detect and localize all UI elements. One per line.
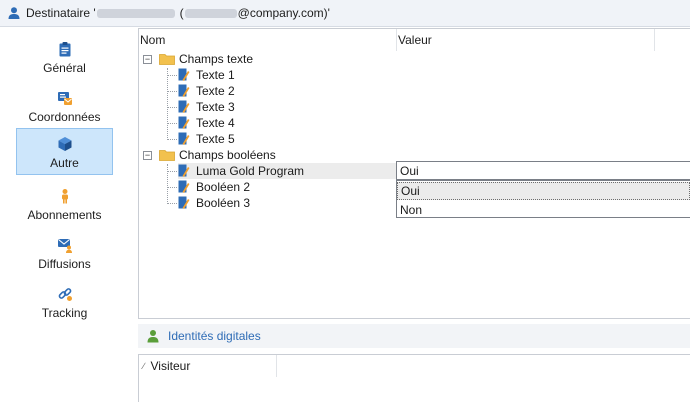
tree-connector [167, 107, 177, 108]
redacted-email [184, 8, 237, 18]
folder-icon [159, 150, 175, 161]
tree-item[interactable]: Texte 3 [178, 99, 235, 115]
sidebar-item-abonnements[interactable]: Abonnements [16, 181, 113, 228]
sidebar-item-tracking[interactable]: Tracking [16, 279, 113, 326]
value-combobox[interactable]: Oui [396, 161, 690, 180]
edit-field-icon [178, 68, 190, 81]
collapse-toggle[interactable]: − [143, 55, 152, 64]
section-identites-digitales[interactable]: Identités digitales [138, 324, 690, 348]
value-dropdown-list: Oui Non [396, 180, 690, 218]
mail-person-icon [57, 239, 72, 253]
edit-field-icon [178, 116, 190, 129]
tree-item[interactable]: Booléen 3 [178, 195, 250, 211]
tree-connector [167, 164, 168, 204]
sidebar-item-label: Autre [50, 156, 79, 170]
tree-item-label: Booléen 3 [196, 196, 251, 210]
window-titlebar: Destinataire ' ( @company.com)' [0, 0, 690, 27]
sidebar-item-autre[interactable]: Autre [16, 128, 113, 175]
tree-connector [167, 75, 177, 76]
titlebar-prefix: Destinataire ' [26, 6, 96, 20]
sidebar-item-label: Tracking [41, 306, 88, 320]
column-header-label: Visiteur [150, 359, 191, 373]
value-combobox-text: Oui [400, 163, 419, 178]
titlebar-email-suffix: @company.com)' [237, 6, 330, 20]
tree-connector [167, 139, 177, 140]
sidebar-item-label: Abonnements [27, 208, 102, 222]
tree-item[interactable]: Texte 2 [178, 83, 235, 99]
tree-connector [167, 203, 177, 204]
tree-item-label: Texte 3 [196, 100, 235, 114]
dropdown-option-non[interactable]: Non [397, 201, 690, 219]
sidebar-item-coordonnees[interactable]: Coordonnées [16, 83, 113, 130]
tree-connector [167, 171, 177, 172]
edit-field-icon [178, 164, 190, 177]
edit-field-icon [178, 132, 190, 145]
tree-item-label: Texte 1 [196, 68, 235, 82]
tree-item-label: Booléen 2 [196, 180, 251, 194]
tree-item-label: Texte 2 [196, 84, 235, 98]
dropdown-option-oui[interactable]: Oui [397, 182, 690, 200]
sidebar-item-label: Général [43, 61, 86, 75]
contact-card-icon [57, 92, 72, 105]
tree-item[interactable]: Booléen 2 [178, 179, 250, 195]
tree-connector [167, 68, 168, 138]
column-header-valeur[interactable]: Valeur [397, 29, 655, 51]
column-header-nom[interactable]: Nom [139, 29, 397, 51]
edit-field-icon [178, 100, 190, 113]
sidebar-item-diffusions[interactable]: Diffusions [16, 230, 113, 277]
tree-group-label: Champs booléens [179, 148, 276, 162]
cube-icon [58, 137, 71, 151]
sidebar-item-general[interactable]: Général [16, 34, 113, 81]
tree-group-champs-booleens[interactable]: Champs booléens [159, 147, 276, 163]
tree-item[interactable]: Texte 1 [178, 67, 235, 83]
person-icon [61, 189, 68, 204]
sidebar: Général Coordonnées Autre Abonnements Di… [0, 28, 128, 402]
edit-field-icon [178, 84, 190, 97]
tree-group-champs-texte[interactable]: Champs texte [159, 51, 253, 67]
tree-group-label: Champs texte [179, 52, 254, 66]
tree-item[interactable]: Texte 5 [178, 131, 235, 147]
identities-list: ∕ Visiteur [138, 354, 690, 402]
tree-item-selected[interactable]: Luma Gold Program [178, 163, 304, 179]
edit-field-icon [178, 196, 190, 209]
column-header-visiteur[interactable]: ∕ Visiteur [139, 355, 277, 377]
edit-field-icon [178, 180, 190, 193]
sidebar-item-label: Diffusions [38, 257, 91, 271]
tree-connector [167, 187, 177, 188]
tree-item[interactable]: Texte 4 [178, 115, 235, 131]
tree-item-label: Texte 4 [196, 116, 235, 130]
person-icon [8, 7, 20, 19]
folder-icon [159, 54, 175, 65]
collapse-toggle[interactable]: − [143, 151, 152, 160]
section-title: Identités digitales [168, 329, 261, 343]
tree-connector [167, 123, 177, 124]
redacted-name [96, 8, 175, 18]
titlebar-open-paren: ( [179, 6, 184, 20]
sidebar-item-label: Coordonnées [28, 110, 101, 124]
person-icon [147, 330, 159, 343]
link-icon [58, 288, 72, 301]
clipboard-icon [59, 42, 70, 57]
sort-indicator-icon: ∕ [143, 361, 145, 371]
tree-item-label: Luma Gold Program [196, 164, 305, 178]
tree-connector [167, 91, 177, 92]
tree-item-label: Texte 5 [196, 132, 235, 146]
